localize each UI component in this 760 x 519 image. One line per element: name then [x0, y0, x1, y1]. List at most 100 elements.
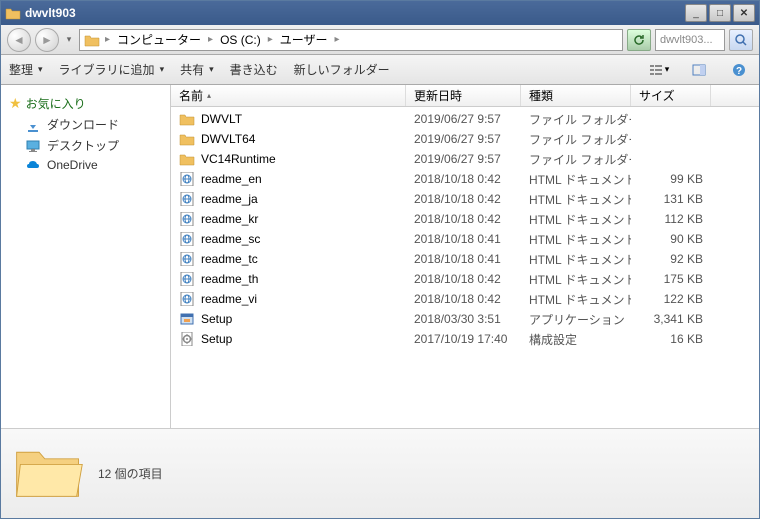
file-size: 92 KB [631, 252, 711, 266]
file-row[interactable]: DWVLT 2019/06/27 9:57ファイル フォルダー [171, 109, 759, 129]
file-date: 2018/10/18 0:42 [406, 192, 521, 206]
window-title: dwvlt903 [25, 6, 685, 20]
file-date: 2018/03/30 3:51 [406, 312, 521, 326]
burn-button[interactable]: 書き込む [230, 61, 278, 78]
favorites-label: お気に入り [26, 95, 86, 112]
file-size: 112 KB [631, 212, 711, 226]
file-name: readme_ja [201, 192, 258, 206]
column-header-name[interactable]: 名前 ▴ [171, 85, 406, 106]
breadcrumb-segment[interactable]: ユーザー [278, 31, 330, 48]
sidebar-item-download[interactable]: ダウンロード [5, 114, 166, 135]
help-button[interactable]: ? [727, 59, 751, 81]
navigation-pane: ★ お気に入り ダウンロードデスクトップ OneDrive [1, 85, 171, 428]
file-name: readme_kr [201, 212, 258, 226]
chevron-right-icon[interactable]: ▸ [205, 34, 216, 45]
breadcrumb[interactable]: ▸ コンピューター ▸ OS (C:) ▸ ユーザー ▸ [79, 29, 623, 51]
sidebar-item-label: デスクトップ [47, 137, 119, 154]
file-type: アプリケーション [521, 311, 631, 328]
folder-icon [179, 152, 195, 166]
new-folder-button[interactable]: 新しいフォルダー [294, 61, 390, 78]
file-row[interactable]: readme_tc2018/10/18 0:41HTML ドキュメント92 KB [171, 249, 759, 269]
add-to-library-menu[interactable]: ライブラリに追加 [59, 61, 165, 78]
file-row[interactable]: VC14Runtime2019/06/27 9:57ファイル フォルダー [171, 149, 759, 169]
file-size: 99 KB [631, 172, 711, 186]
file-type: 構成設定 [521, 331, 631, 348]
file-list: DWVLT2019/06/27 9:57ファイル フォルダーDWVLT64201… [171, 107, 759, 428]
file-type: ファイル フォルダー [521, 151, 631, 168]
file-name: Setup [201, 332, 232, 346]
column-header-type[interactable]: 種類 [521, 85, 631, 106]
history-dropdown[interactable]: ▾ [63, 28, 75, 52]
file-name: VC14Runtime [201, 152, 276, 166]
folder-icon [84, 33, 100, 47]
minimize-button[interactable]: _ [685, 4, 707, 22]
file-row[interactable]: readme_th2018/10/18 0:42HTML ドキュメント175 K… [171, 269, 759, 289]
favorites-header[interactable]: ★ お気に入り [5, 93, 166, 114]
file-size: 16 KB [631, 332, 711, 346]
breadcrumb-segment[interactable]: コンピューター [115, 31, 203, 48]
file-name: readme_sc [201, 232, 260, 246]
file-row[interactable]: Setup2018/03/30 3:51アプリケーション3,341 KB [171, 309, 759, 329]
folder-icon [179, 112, 195, 126]
file-row[interactable]: Setup2017/10/19 17:40構成設定16 KB [171, 329, 759, 349]
refresh-button[interactable] [627, 29, 651, 51]
sidebar-item-label: ダウンロード [47, 116, 119, 133]
file-name: DWVLT [201, 112, 242, 126]
file-size: 122 KB [631, 292, 711, 306]
sidebar-item-desktop[interactable]: デスクトップ [5, 135, 166, 156]
sidebar-item-onedrive[interactable]: OneDrive [5, 156, 166, 174]
preview-pane-button[interactable] [687, 59, 711, 81]
view-options-button[interactable] [647, 59, 671, 81]
html-icon [179, 252, 195, 266]
file-name: Setup [201, 312, 232, 326]
file-row[interactable]: readme_en2018/10/18 0:42HTML ドキュメント99 KB [171, 169, 759, 189]
breadcrumb-segment[interactable]: OS (C:) [218, 33, 263, 47]
file-type: ファイル フォルダー [521, 111, 631, 128]
address-bar: ◄ ► ▾ ▸ コンピューター ▸ OS (C:) ▸ ユーザー ▸ dwvlt… [1, 25, 759, 55]
file-name: readme_tc [201, 252, 258, 266]
file-date: 2018/10/18 0:41 [406, 232, 521, 246]
file-row[interactable]: readme_vi2018/10/18 0:42HTML ドキュメント122 K… [171, 289, 759, 309]
forward-button[interactable]: ► [35, 28, 59, 52]
file-row[interactable]: readme_kr2018/10/18 0:42HTML ドキュメント112 K… [171, 209, 759, 229]
file-type: HTML ドキュメント [521, 231, 631, 248]
folder-icon [5, 6, 21, 20]
column-headers: 名前 ▴ 更新日時 種類 サイズ [171, 85, 759, 107]
item-count: 12 個の項目 [98, 465, 163, 482]
file-row[interactable]: DWVLT642019/06/27 9:57ファイル フォルダー [171, 129, 759, 149]
file-type: HTML ドキュメント [521, 211, 631, 228]
search-input[interactable]: dwvlt903... [655, 29, 725, 51]
column-header-size[interactable]: サイズ [631, 85, 711, 106]
file-size: 175 KB [631, 272, 711, 286]
search-button[interactable] [729, 29, 753, 51]
file-date: 2019/06/27 9:57 [406, 112, 521, 126]
html-icon [179, 272, 195, 286]
titlebar: dwvlt903 _ □ ✕ [1, 1, 759, 25]
main-area: ★ お気に入り ダウンロードデスクトップ OneDrive 名前 ▴ 更新日時 種… [1, 85, 759, 428]
star-icon: ★ [9, 95, 22, 112]
chevron-right-icon[interactable]: ▸ [265, 34, 276, 45]
file-row[interactable]: readme_ja2018/10/18 0:42HTML ドキュメント131 K… [171, 189, 759, 209]
share-menu[interactable]: 共有 [180, 61, 214, 78]
file-type: HTML ドキュメント [521, 271, 631, 288]
download-icon [25, 118, 41, 132]
maximize-button[interactable]: □ [709, 4, 731, 22]
file-name: DWVLT64 [201, 132, 255, 146]
folder-icon [11, 436, 86, 511]
file-type: HTML ドキュメント [521, 171, 631, 188]
html-icon [179, 172, 195, 186]
back-button[interactable]: ◄ [7, 28, 31, 52]
column-header-date[interactable]: 更新日時 [406, 85, 521, 106]
file-type: HTML ドキュメント [521, 191, 631, 208]
html-icon [179, 232, 195, 246]
folder-icon [179, 132, 195, 146]
file-date: 2018/10/18 0:42 [406, 292, 521, 306]
sort-ascending-icon: ▴ [207, 91, 211, 100]
chevron-right-icon[interactable]: ▸ [332, 34, 343, 45]
chevron-right-icon[interactable]: ▸ [102, 34, 113, 45]
exe-icon [179, 312, 195, 326]
file-row[interactable]: readme_sc2018/10/18 0:41HTML ドキュメント90 KB [171, 229, 759, 249]
details-pane: 12 個の項目 [1, 428, 759, 518]
close-button[interactable]: ✕ [733, 4, 755, 22]
organize-menu[interactable]: 整理 [9, 61, 43, 78]
